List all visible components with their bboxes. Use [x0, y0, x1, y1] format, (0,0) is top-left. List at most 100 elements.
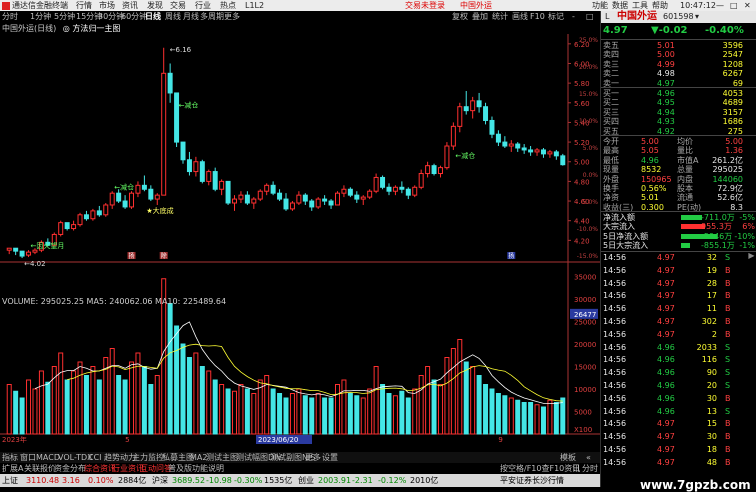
- watermark-text: www.7gpzb.com: [640, 478, 751, 492]
- period-more[interactable]: 更多: [224, 11, 240, 23]
- menu-item-l1l2[interactable]: L1L2: [245, 0, 264, 11]
- template-button[interactable]: 模板: [560, 452, 576, 463]
- draw-button[interactable]: 画线: [512, 11, 528, 23]
- tick-row[interactable]: 14:56 4.96 13 S: [601, 407, 756, 416]
- period-1min[interactable]: 1分钟: [30, 11, 51, 23]
- period-60min[interactable]: 60分钟: [121, 11, 147, 23]
- tick-row[interactable]: 14:56 4.97 15 B: [601, 419, 756, 428]
- stats-button[interactable]: 统计: [492, 11, 508, 23]
- maximize-icon[interactable]: □: [730, 0, 738, 11]
- tab-ext-a[interactable]: 扩展A: [2, 463, 23, 474]
- month-label: 9: [498, 436, 502, 444]
- menu-item-help[interactable]: 帮助: [652, 0, 668, 11]
- tab-settings[interactable]: 设置: [322, 452, 338, 463]
- menu-item-quotes[interactable]: 行情: [76, 0, 92, 11]
- restore-rights-button[interactable]: 复权: [452, 11, 468, 23]
- tab-ma2[interactable]: MA2: [190, 452, 207, 463]
- menu-item-function[interactable]: 功能: [592, 0, 608, 11]
- tick-side: S: [725, 381, 731, 390]
- tab-feature-guide[interactable]: 普及版功能说明: [168, 463, 224, 474]
- panel-restore-button[interactable]: □: [586, 11, 594, 23]
- period-monthly[interactable]: 月线: [183, 11, 199, 23]
- tick-row[interactable]: 14:56 4.96 116 S: [601, 355, 756, 364]
- index-sh-name[interactable]: 上证: [2, 474, 18, 487]
- ask-row[interactable]: 卖二 4.98 6267: [601, 69, 756, 78]
- candle-body: [425, 165, 431, 175]
- tab-indicator[interactable]: 指标: [2, 452, 18, 463]
- tick-row[interactable]: 14:56 4.97 17 B: [601, 291, 756, 300]
- bid-row[interactable]: 买三 4.94 3157: [601, 108, 756, 117]
- tick-time: 14:56: [603, 355, 627, 365]
- flow-pct: -1%: [739, 241, 755, 251]
- menu-item-market[interactable]: 市场: [99, 0, 115, 11]
- period-intraday[interactable]: 分时: [2, 11, 18, 23]
- ask-level-label: 卖五: [603, 41, 619, 50]
- tick-row[interactable]: 14:56 4.97 30 B: [601, 432, 756, 441]
- period-multi[interactable]: 多周期: [200, 11, 224, 23]
- tick-row[interactable]: 14:56 4.96 2033 S: [601, 343, 756, 352]
- menu-item-industry[interactable]: 行业: [195, 0, 211, 11]
- day-toggle[interactable]: 日: [572, 463, 580, 474]
- volume-bar: [122, 379, 128, 435]
- kline-chart-area[interactable]: 6.20 6.00 5.80 5.60 5.40 5.20 5.00 4.80 4.60 4.40…: [0, 34, 600, 452]
- menu-item-discover[interactable]: 发现: [147, 0, 163, 11]
- candle-body: [437, 167, 443, 175]
- volume-bar: [83, 375, 89, 435]
- app-logo-icon: [2, 0, 10, 11]
- ask-row[interactable]: 卖五 5.01 3596: [601, 41, 756, 50]
- index-cy-name[interactable]: 创业: [298, 474, 314, 487]
- period-weekly[interactable]: 周线: [165, 11, 181, 23]
- stock-switch-icon[interactable]: ▾: [695, 11, 699, 23]
- tab-fund-distribution[interactable]: 资金分布: [54, 463, 86, 474]
- tick-row[interactable]: 14:56 4.97 11 B: [601, 304, 756, 313]
- tick-row[interactable]: 14:56 4.97 302 B: [601, 317, 756, 326]
- tick-row[interactable]: 14:56 4.97 48 B: [601, 458, 756, 467]
- bid-row[interactable]: 买一 4.96 4053: [601, 89, 756, 98]
- ask-row[interactable]: 卖三 4.99 1208: [601, 60, 756, 69]
- ask-volume: 3596: [722, 41, 743, 50]
- f10-button[interactable]: F10: [530, 11, 545, 23]
- tab-cci[interactable]: CCI: [88, 452, 102, 463]
- flow-label: 5日大宗流入: [603, 241, 649, 251]
- tick-row[interactable]: 14:56 4.96 30 B: [601, 394, 756, 403]
- bid-row[interactable]: 买四 4.93 1686: [601, 117, 756, 126]
- tab-related-quotes[interactable]: 关联报价: [24, 463, 56, 474]
- candle-body: [199, 161, 205, 182]
- trade-login-status[interactable]: 交易未登录: [405, 0, 445, 11]
- overlay-button[interactable]: 叠加: [472, 11, 488, 23]
- kline-chart-svg[interactable]: 6.206.005.805.605.405.205.004.804.604.40…: [0, 34, 600, 452]
- bid-row[interactable]: 买二 4.95 4689: [601, 98, 756, 107]
- tick-row[interactable]: 14:56 4.96 90 S: [601, 368, 756, 377]
- tab-macd[interactable]: MACD: [36, 452, 60, 463]
- menu-item-trade[interactable]: 交易: [170, 0, 186, 11]
- chart-indicator-name[interactable]: 方法归一主图: [72, 24, 120, 33]
- tick-row[interactable]: 14:56 4.97 18 B: [601, 445, 756, 454]
- close-icon[interactable]: ✕: [744, 0, 751, 11]
- menu-item-news[interactable]: 资讯: [122, 0, 138, 11]
- menu-item-hot[interactable]: 热点: [220, 0, 236, 11]
- intraday-toggle[interactable]: 分时: [582, 463, 598, 474]
- tick-row[interactable]: 14:56 4.97 32 S: [601, 253, 756, 262]
- tick-row[interactable]: 14:56 4.97 19 B: [601, 266, 756, 275]
- tab-test-main[interactable]: 测试主图: [206, 452, 238, 463]
- candle-body: [26, 251, 32, 256]
- tab-more[interactable]: 更多: [305, 452, 321, 463]
- mark-button[interactable]: 标记: [548, 11, 564, 23]
- ask-row[interactable]: 卖四 5.00 2547: [601, 50, 756, 59]
- period-daily[interactable]: 日线: [145, 11, 161, 23]
- tab-main-monitor[interactable]: 主力监控: [132, 452, 164, 463]
- side-tab-strip[interactable]: ▶: [747, 251, 756, 260]
- index-hs-name[interactable]: 沪深: [152, 474, 168, 487]
- tick-row[interactable]: 14:56 4.97 28 B: [601, 279, 756, 288]
- tick-row[interactable]: 14:56 4.97 2 B: [601, 330, 756, 339]
- tick-row[interactable]: 14:56 4.96 20 S: [601, 381, 756, 390]
- minimize-icon[interactable]: —: [716, 0, 724, 11]
- collapse-button[interactable]: «: [586, 452, 591, 463]
- menu-item-data[interactable]: 数据: [612, 0, 628, 11]
- panel-minimize-button[interactable]: -: [572, 11, 575, 23]
- index-sh-value: 3110.48: [26, 476, 60, 485]
- tick-volume: 19: [706, 265, 717, 275]
- period-5min[interactable]: 5分钟: [54, 11, 75, 23]
- menu-item-tools[interactable]: 工具: [632, 0, 648, 11]
- tab-window[interactable]: 窗口: [20, 452, 36, 463]
